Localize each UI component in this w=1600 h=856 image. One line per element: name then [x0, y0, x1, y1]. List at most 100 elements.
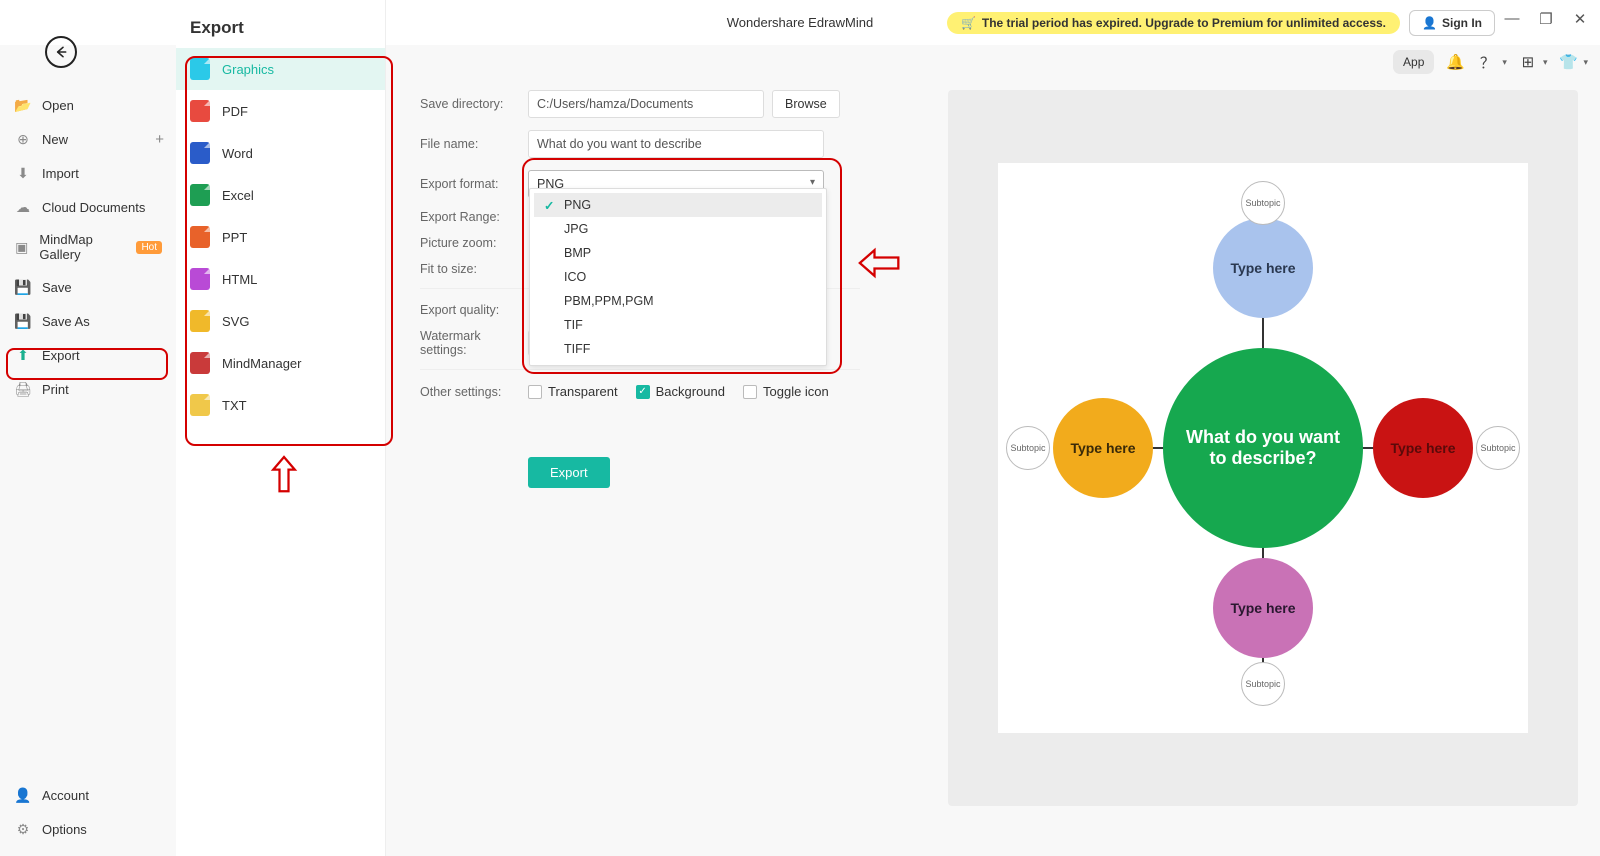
- export-button[interactable]: Export: [528, 457, 610, 488]
- print-icon: 🖨: [14, 380, 32, 398]
- cloud-icon: ☁: [14, 198, 32, 216]
- range-label: Export Range:: [420, 210, 528, 224]
- exp-label: HTML: [222, 272, 257, 287]
- watermark-label: Watermark settings:: [420, 329, 528, 357]
- sidebar-item-save-as[interactable]: 💾Save As: [0, 304, 176, 338]
- sidebar-label: Open: [42, 98, 74, 113]
- sidebar-item-account[interactable]: 👤Account: [0, 778, 176, 812]
- bell-icon[interactable]: 🔔: [1444, 51, 1466, 73]
- subtopic-node[interactable]: Subtopic: [1476, 426, 1520, 470]
- export-type-html[interactable]: HTML: [176, 258, 385, 300]
- save-dir-label: Save directory:: [420, 97, 528, 111]
- subtopic-node[interactable]: Subtopic: [1241, 181, 1285, 225]
- format-dropdown: PNG JPG BMP ICO PBM,PPM,PGM TIF TIFF: [529, 188, 827, 366]
- format-option-ico[interactable]: ICO: [534, 265, 822, 289]
- mm-icon: [190, 352, 210, 374]
- export-type-excel[interactable]: Excel: [176, 174, 385, 216]
- sign-in-label: Sign In: [1442, 16, 1482, 30]
- chk-label: Background: [656, 384, 725, 399]
- export-type-graphics[interactable]: Graphics: [176, 48, 385, 90]
- export-type-ppt[interactable]: PPT: [176, 216, 385, 258]
- sidebar-item-cloud[interactable]: ☁ Cloud Documents: [0, 190, 176, 224]
- preview-area: What do you want to describe? Type here …: [948, 90, 1578, 806]
- folder-icon: 📂: [14, 96, 32, 114]
- trial-text: The trial period has expired. Upgrade to…: [982, 16, 1386, 30]
- sidebar-item-print[interactable]: 🖨 Print: [0, 372, 176, 406]
- subtopic-node[interactable]: Subtopic: [1006, 426, 1050, 470]
- format-option-bmp[interactable]: BMP: [534, 241, 822, 265]
- format-option-png[interactable]: PNG: [534, 193, 822, 217]
- sidebar-label: Export: [42, 348, 80, 363]
- top-toolbar: App 🔔 ？▾ ⊞▾ 👕▾: [1393, 50, 1588, 74]
- add-icon[interactable]: +: [155, 131, 164, 148]
- center-node[interactable]: What do you want to describe?: [1163, 348, 1363, 548]
- sign-in-button[interactable]: 👤 Sign In: [1409, 10, 1495, 36]
- export-type-word[interactable]: Word: [176, 132, 385, 174]
- left-node[interactable]: Type here: [1053, 398, 1153, 498]
- excel-icon: [190, 184, 210, 206]
- exp-label: MindManager: [222, 356, 302, 371]
- grid-icon[interactable]: ⊞: [1517, 51, 1539, 73]
- back-button[interactable]: [45, 36, 77, 68]
- cart-icon: 🛒: [961, 16, 976, 30]
- export-type-pdf[interactable]: PDF: [176, 90, 385, 132]
- export-title: Export: [176, 0, 385, 48]
- node-text: Type here: [1230, 600, 1295, 616]
- right-node[interactable]: Type here: [1373, 398, 1473, 498]
- sidebar-label: Save As: [42, 314, 90, 329]
- sidebar-label: Import: [42, 166, 79, 181]
- format-option-pbm[interactable]: PBM,PPM,PGM: [534, 289, 822, 313]
- bottom-node[interactable]: Type here: [1213, 558, 1313, 658]
- maximize-button[interactable]: ❐: [1536, 10, 1556, 28]
- app-title: Wondershare EdrawMind: [727, 15, 873, 30]
- arrow-left-icon: [53, 44, 69, 60]
- sidebar-label: Cloud Documents: [42, 200, 145, 215]
- exp-label: Excel: [222, 188, 254, 203]
- file-name-input[interactable]: What do you want to describe: [528, 130, 824, 158]
- browse-button[interactable]: Browse: [772, 90, 840, 118]
- background-checkbox[interactable]: ✓Background: [636, 384, 725, 399]
- export-type-txt[interactable]: TXT: [176, 384, 385, 426]
- gear-icon: ⚙: [14, 820, 32, 838]
- sub-text: Subtopic: [1245, 198, 1280, 208]
- app-pill[interactable]: App: [1393, 50, 1434, 74]
- sidebar-item-import[interactable]: ⬇Import: [0, 156, 176, 190]
- export-format-panel: Export Graphics PDF Word Excel PPT HTML …: [176, 0, 386, 856]
- exp-label: SVG: [222, 314, 249, 329]
- subtopic-node[interactable]: Subtopic: [1241, 662, 1285, 706]
- annotation-arrow-up: [266, 455, 302, 498]
- format-option-tif[interactable]: TIF: [534, 313, 822, 337]
- export-icon: ⬆: [14, 346, 32, 364]
- sidebar-label: New: [42, 132, 68, 147]
- sub-text: Subtopic: [1010, 443, 1045, 453]
- divider: [420, 369, 860, 370]
- sidebar-label: Print: [42, 382, 69, 397]
- sidebar-item-gallery[interactable]: ▣MindMap GalleryHot: [0, 224, 176, 270]
- close-button[interactable]: ✕: [1570, 10, 1590, 28]
- toggle-icon-checkbox[interactable]: Toggle icon: [743, 384, 829, 399]
- transparent-checkbox[interactable]: Transparent: [528, 384, 618, 399]
- user-icon: 👤: [1422, 16, 1437, 30]
- format-option-jpg[interactable]: JPG: [534, 217, 822, 241]
- exp-label: Word: [222, 146, 253, 161]
- sidebar-item-options[interactable]: ⚙Options: [0, 812, 176, 846]
- sidebar-item-save[interactable]: 💾Save: [0, 270, 176, 304]
- chevron-down-icon: ▾: [1583, 57, 1588, 68]
- top-node[interactable]: Type here: [1213, 218, 1313, 318]
- help-icon[interactable]: ？: [1476, 51, 1498, 73]
- sidebar-item-new[interactable]: ⊕New+: [0, 122, 176, 156]
- sidebar-item-export[interactable]: ⬆ Export: [0, 338, 176, 372]
- export-type-mindmanager[interactable]: MindManager: [176, 342, 385, 384]
- chevron-down-icon: ▾: [1502, 57, 1507, 68]
- node-text: Type here: [1070, 440, 1135, 456]
- ppt-icon: [190, 226, 210, 248]
- shirt-icon[interactable]: 👕: [1557, 51, 1579, 73]
- trial-banner[interactable]: 🛒 The trial period has expired. Upgrade …: [947, 12, 1400, 34]
- sidebar-item-open[interactable]: 📂 Open: [0, 88, 176, 122]
- save-dir-input[interactable]: C:/Users/hamza/Documents: [528, 90, 764, 118]
- export-type-svg[interactable]: SVG: [176, 300, 385, 342]
- checkbox-icon: [528, 385, 542, 399]
- format-option-tiff[interactable]: TIFF: [534, 337, 822, 361]
- txt-icon: [190, 394, 210, 416]
- minimize-button[interactable]: —: [1502, 10, 1522, 28]
